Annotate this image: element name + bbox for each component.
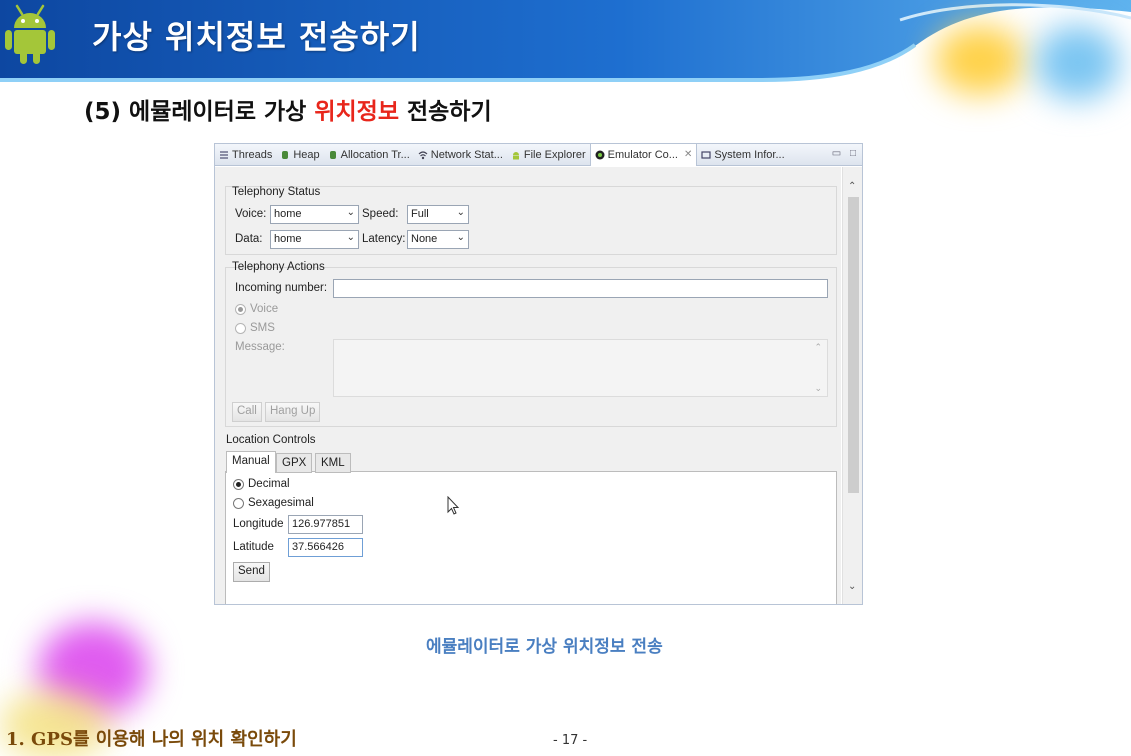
android-logo-icon [5,4,55,64]
tab-emulator-control[interactable]: Emulator Co... ✕ [589,144,698,166]
tab-label: Allocation Tr... [340,148,410,161]
incoming-number-label: Incoming number: [235,282,328,294]
allocation-icon [328,150,338,160]
network-icon [418,150,428,160]
send-button[interactable]: Send [233,562,270,582]
tab-label: File Explorer [523,148,586,161]
view-tab-bar: Threads Heap Allocation Tr... Network St… [215,144,862,166]
call-button[interactable]: Call [232,402,262,422]
voice-radio[interactable]: Voice [235,303,278,315]
tab-kml[interactable]: KML [315,453,351,473]
voice-radio-label: Voice [250,303,279,315]
voice-select[interactable]: home ⌄ [270,205,359,224]
android-icon [511,150,521,160]
sexagesimal-radio-label: Sexagesimal [248,497,314,509]
emulator-control-panel: Threads Heap Allocation Tr... Network St… [214,143,863,605]
tab-label: Threads [232,148,273,161]
telephony-actions-title: Telephony Actions [232,261,325,273]
data-value: home [274,233,302,245]
view-controls: ▭ □ [832,148,856,159]
radio-dot [235,322,246,334]
incoming-number-input[interactable] [333,279,828,298]
latency-label: Latency: [362,233,406,245]
radio-dot [235,303,246,315]
system-icon [701,150,711,160]
radio-dot [233,497,244,509]
tab-manual[interactable]: Manual [226,451,276,473]
tab-system-information[interactable]: System Infor... [697,144,788,166]
speed-label: Speed: [362,208,399,220]
tab-label: Emulator Co... [607,148,678,161]
scrollbar-thumb[interactable] [848,197,859,493]
hang-up-button[interactable]: Hang Up [265,402,321,422]
tab-label: Heap [293,148,320,161]
telephony-status-title: Telephony Status [232,186,321,198]
threads-icon [219,150,229,160]
mouse-cursor-icon [447,496,460,515]
maximize-icon[interactable]: □ [850,148,856,159]
page-number: - 17 - [553,733,588,748]
close-icon[interactable]: ✕ [684,149,692,160]
speed-value: Full [411,208,429,220]
slide-header: 가상 위치정보 전송하기 [0,0,1131,100]
sexagesimal-radio[interactable]: Sexagesimal [233,497,314,509]
chevron-up-icon: ⌃ [814,342,822,352]
voice-value: home [274,208,302,220]
data-label: Data: [235,233,263,245]
latitude-label: Latitude [233,541,274,553]
latitude-input[interactable]: 37.566426 [288,538,363,557]
chevron-down-icon[interactable]: ⌄ [848,581,856,592]
tab-network-statistics[interactable]: Network Stat... [414,144,507,166]
tab-file-explorer[interactable]: File Explorer [507,144,590,166]
chevron-up-icon[interactable]: ⌃ [848,181,856,192]
sms-radio-label: SMS [250,322,275,334]
tab-allocation-tracker[interactable]: Allocation Tr... [324,144,414,166]
data-select[interactable]: home ⌄ [270,230,359,249]
minimize-icon[interactable]: ▭ [832,148,841,159]
panel-content: Telephony Status Voice: home ⌄ Speed: Fu… [215,167,841,604]
longitude-label: Longitude [233,518,284,530]
tab-threads[interactable]: Threads [215,144,276,166]
radio-dot [233,478,244,490]
yellow-glow [935,25,1025,95]
message-label: Message: [235,341,285,353]
heap-icon [280,150,290,160]
tab-label: System Infor... [714,148,785,161]
tab-label: Network Stat... [430,148,503,161]
blue-glow [1035,25,1120,100]
voice-label: Voice: [235,208,267,220]
slide-title: 가상 위치정보 전송하기 [92,18,421,56]
figure-caption: 에뮬레이터로 가상 위치정보 전송 [426,637,663,657]
slide-subtitle: (5) 에뮬레이터로 가상 위치정보 전송하기 [84,92,492,126]
tab-heap[interactable]: Heap [276,144,323,166]
subtitle-suffix: 전송하기 [398,99,492,125]
vertical-scrollbar[interactable]: ⌃ ⌄ [842,167,862,604]
chevron-down-icon: ⌄ [346,207,355,218]
subtitle-prefix: (5) 에뮬레이터로 가상 [84,99,315,125]
sms-radio[interactable]: SMS [235,322,275,334]
message-textarea[interactable]: ⌃ ⌄ [333,339,828,397]
location-controls-title: Location Controls [226,434,316,446]
subtitle-highlight: 위치정보 [314,99,399,125]
decimal-radio-label: Decimal [248,478,290,490]
chevron-down-icon: ⌄ [456,232,465,243]
chevron-down-icon: ⌄ [456,207,465,218]
chevron-down-icon: ⌄ [346,232,355,243]
chevron-down-icon: ⌄ [814,383,822,393]
longitude-input[interactable]: 126.977851 [288,515,363,534]
latency-select[interactable]: None ⌄ [407,230,469,249]
tab-gpx[interactable]: GPX [276,453,313,473]
footer-section-title: 1. GPS를 이용해 나의 위치 확인하기 [6,729,297,750]
speed-select[interactable]: Full ⌄ [407,205,469,224]
emulator-icon [595,150,605,160]
decimal-radio[interactable]: Decimal [233,478,290,490]
latency-value: None [411,233,438,245]
